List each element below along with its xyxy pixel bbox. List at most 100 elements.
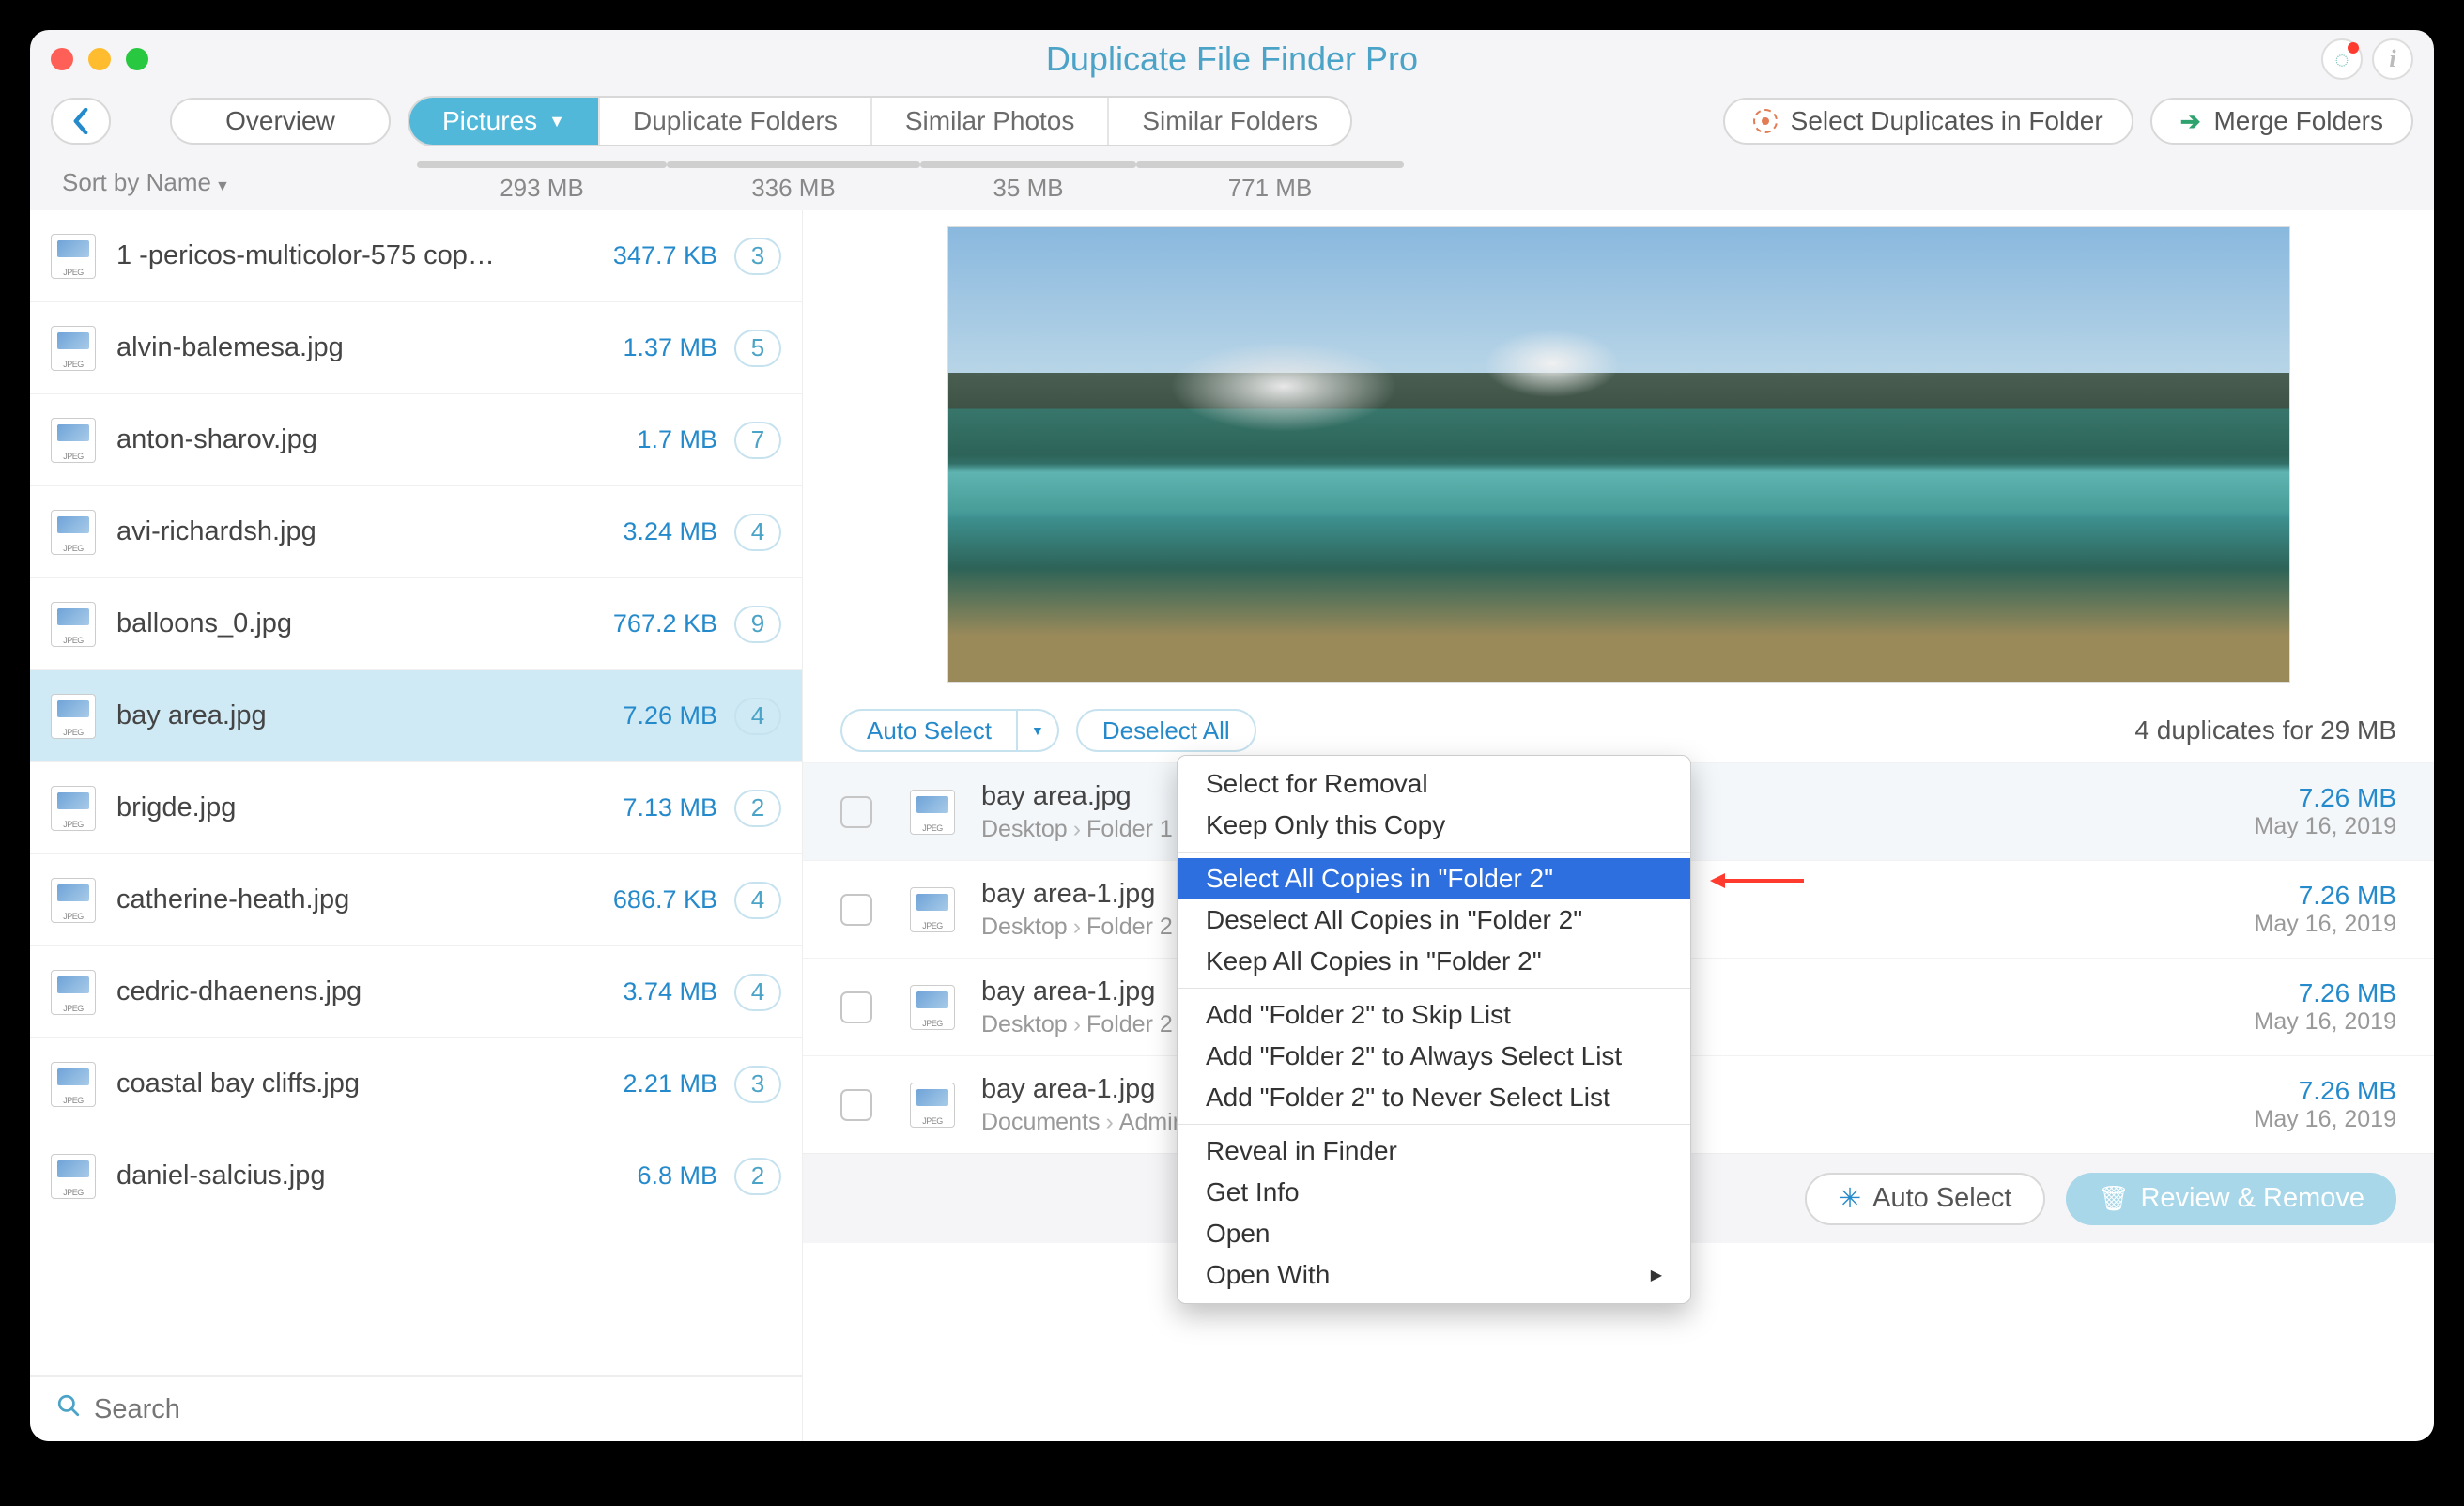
file-list-sidebar: 1 -pericos-multicolor-575 cop… 347.7 KB … [30, 210, 802, 1441]
chevron-down-icon: ▼ [548, 112, 565, 131]
jpeg-file-icon [51, 970, 96, 1015]
feed-icon[interactable]: ◌ [2321, 38, 2363, 80]
file-size: 767.2 KB [613, 609, 717, 638]
tab-similar-photos[interactable]: Similar Photos [870, 98, 1108, 145]
menu-item[interactable]: Add "Folder 2" to Always Select List [1178, 1036, 1690, 1077]
file-size: 686.7 KB [613, 885, 717, 914]
window-controls [51, 48, 148, 70]
list-item[interactable]: alvin-balemesa.jpg 1.37 MB 5 [30, 302, 802, 394]
count-badge: 4 [734, 974, 781, 1011]
search-input[interactable] [94, 1394, 776, 1425]
select-duplicates-folder-button[interactable]: Select Duplicates in Folder [1723, 98, 2133, 145]
file-name: alvin-balemesa.jpg [116, 332, 606, 363]
zoom-icon[interactable] [126, 48, 148, 70]
jpeg-file-icon [51, 602, 96, 647]
dup-file-date: May 16, 2019 [2255, 1008, 2397, 1036]
file-name: brigde.jpg [116, 792, 606, 823]
menu-item[interactable]: Open With [1178, 1254, 1690, 1296]
jpeg-file-icon [51, 418, 96, 463]
search-row [30, 1375, 802, 1441]
list-item[interactable]: catherine-heath.jpg 686.7 KB 4 [30, 854, 802, 946]
count-badge: 2 [734, 1158, 781, 1195]
count-badge: 2 [734, 790, 781, 827]
count-badge: 4 [734, 698, 781, 735]
file-name: 1 -pericos-multicolor-575 cop… [116, 240, 596, 271]
duplicates-list: bay area.jpg Desktop›Folder 1 7.26 MB Ma… [803, 762, 2434, 1153]
jpeg-file-icon [51, 234, 96, 279]
menu-item[interactable]: Select for Removal [1178, 763, 1690, 805]
trash-icon: 🗑 [2098, 1184, 2129, 1213]
jpeg-file-icon [51, 510, 96, 555]
menu-item[interactable]: Reveal in Finder [1178, 1130, 1690, 1172]
file-size: 1.7 MB [637, 425, 717, 454]
file-name: bay area.jpg [116, 700, 606, 731]
list-item[interactable]: daniel-salcius.jpg 6.8 MB 2 [30, 1130, 802, 1222]
count-badge: 5 [734, 330, 781, 367]
pointer-arrow-icon [1710, 869, 1804, 892]
window-title: Duplicate File Finder Pro [30, 39, 2434, 79]
file-size: 347.7 KB [613, 241, 717, 270]
menu-item[interactable]: Select All Copies in "Folder 2" [1178, 858, 1690, 899]
file-name: balloons_0.jpg [116, 608, 596, 639]
checkbox[interactable] [840, 796, 872, 828]
menu-item[interactable]: Add "Folder 2" to Never Select List [1178, 1077, 1690, 1118]
list-item[interactable]: bay area.jpg 7.26 MB 4 [30, 670, 802, 762]
dup-file-size: 7.26 MB [2255, 1076, 2397, 1106]
count-badge: 3 [734, 1066, 781, 1103]
overview-button[interactable]: Overview [170, 98, 391, 145]
menu-item[interactable]: Deselect All Copies in "Folder 2" [1178, 899, 1690, 941]
list-item[interactable]: anton-sharov.jpg 1.7 MB 7 [30, 394, 802, 486]
count-badge: 9 [734, 606, 781, 643]
count-badge: 3 [734, 238, 781, 275]
menu-item[interactable]: Get Info [1178, 1172, 1690, 1213]
menu-item[interactable]: Keep All Copies in "Folder 2" [1178, 941, 1690, 982]
list-item[interactable]: cedric-dhaenens.jpg 3.74 MB 4 [30, 946, 802, 1038]
duplicates-summary: 4 duplicates for 29 MB [2134, 715, 2396, 745]
tab-size-label: 293 MB [500, 174, 584, 203]
count-badge: 4 [734, 514, 781, 551]
list-item[interactable]: avi-richardsh.jpg 3.24 MB 4 [30, 486, 802, 578]
checkbox[interactable] [840, 1089, 872, 1121]
tab-size-label: 336 MB [751, 174, 836, 203]
titlebar: Duplicate File Finder Pro ◌ i [30, 30, 2434, 88]
list-item[interactable]: 1 -pericos-multicolor-575 cop… 347.7 KB … [30, 210, 802, 302]
close-icon[interactable] [51, 48, 73, 70]
menu-item[interactable]: Keep Only this Copy [1178, 805, 1690, 846]
jpeg-file-icon [51, 878, 96, 923]
jpeg-file-icon [910, 985, 955, 1030]
context-menu: Select for RemovalKeep Only this Copy Sel… [1177, 755, 1691, 1304]
file-size: 1.37 MB [623, 333, 717, 362]
review-remove-button[interactable]: 🗑 Review & Remove [2066, 1173, 2396, 1225]
tab-size-label: 35 MB [993, 174, 1063, 203]
dup-file-date: May 16, 2019 [2255, 813, 2397, 840]
deselect-all-button[interactable]: Deselect All [1076, 709, 1256, 752]
minimize-icon[interactable] [88, 48, 111, 70]
menu-item[interactable]: Open [1178, 1213, 1690, 1254]
list-item[interactable]: coastal bay cliffs.jpg 2.21 MB 3 [30, 1038, 802, 1130]
info-icon[interactable]: i [2372, 38, 2413, 80]
chevron-down-icon: ▼ [215, 178, 230, 194]
tab-duplicate-folders[interactable]: Duplicate Folders [598, 98, 870, 145]
app-window: Duplicate File Finder Pro ◌ i Overview P… [30, 30, 2434, 1441]
auto-select-menu-button[interactable]: ▼ [1018, 709, 1059, 752]
tab-similar-folders[interactable]: Similar Folders [1107, 98, 1350, 145]
size-bar [1136, 161, 1404, 168]
checkbox[interactable] [840, 894, 872, 926]
sort-dropdown[interactable]: Sort by Name▼ [51, 168, 417, 197]
auto-select-small-button[interactable]: Auto Select [840, 709, 1018, 752]
preview-image [947, 226, 2290, 683]
dup-file-size: 7.26 MB [2255, 783, 2397, 813]
list-item[interactable]: balloons_0.jpg 767.2 KB 9 [30, 578, 802, 670]
back-button[interactable] [51, 98, 111, 145]
auto-select-button[interactable]: ✳ Auto Select [1805, 1173, 2046, 1225]
size-bar [920, 161, 1136, 168]
tab-pictures[interactable]: Pictures▼ [409, 98, 598, 145]
list-item[interactable]: brigde.jpg 7.13 MB 2 [30, 762, 802, 854]
merge-folders-button[interactable]: ➔ Merge Folders [2150, 98, 2413, 145]
jpeg-file-icon [51, 326, 96, 371]
menu-item[interactable]: Add "Folder 2" to Skip List [1178, 994, 1690, 1036]
file-name: cedric-dhaenens.jpg [116, 976, 606, 1007]
merge-icon: ➔ [2180, 107, 2201, 136]
checkbox[interactable] [840, 991, 872, 1023]
dup-file-size: 7.26 MB [2255, 978, 2397, 1008]
